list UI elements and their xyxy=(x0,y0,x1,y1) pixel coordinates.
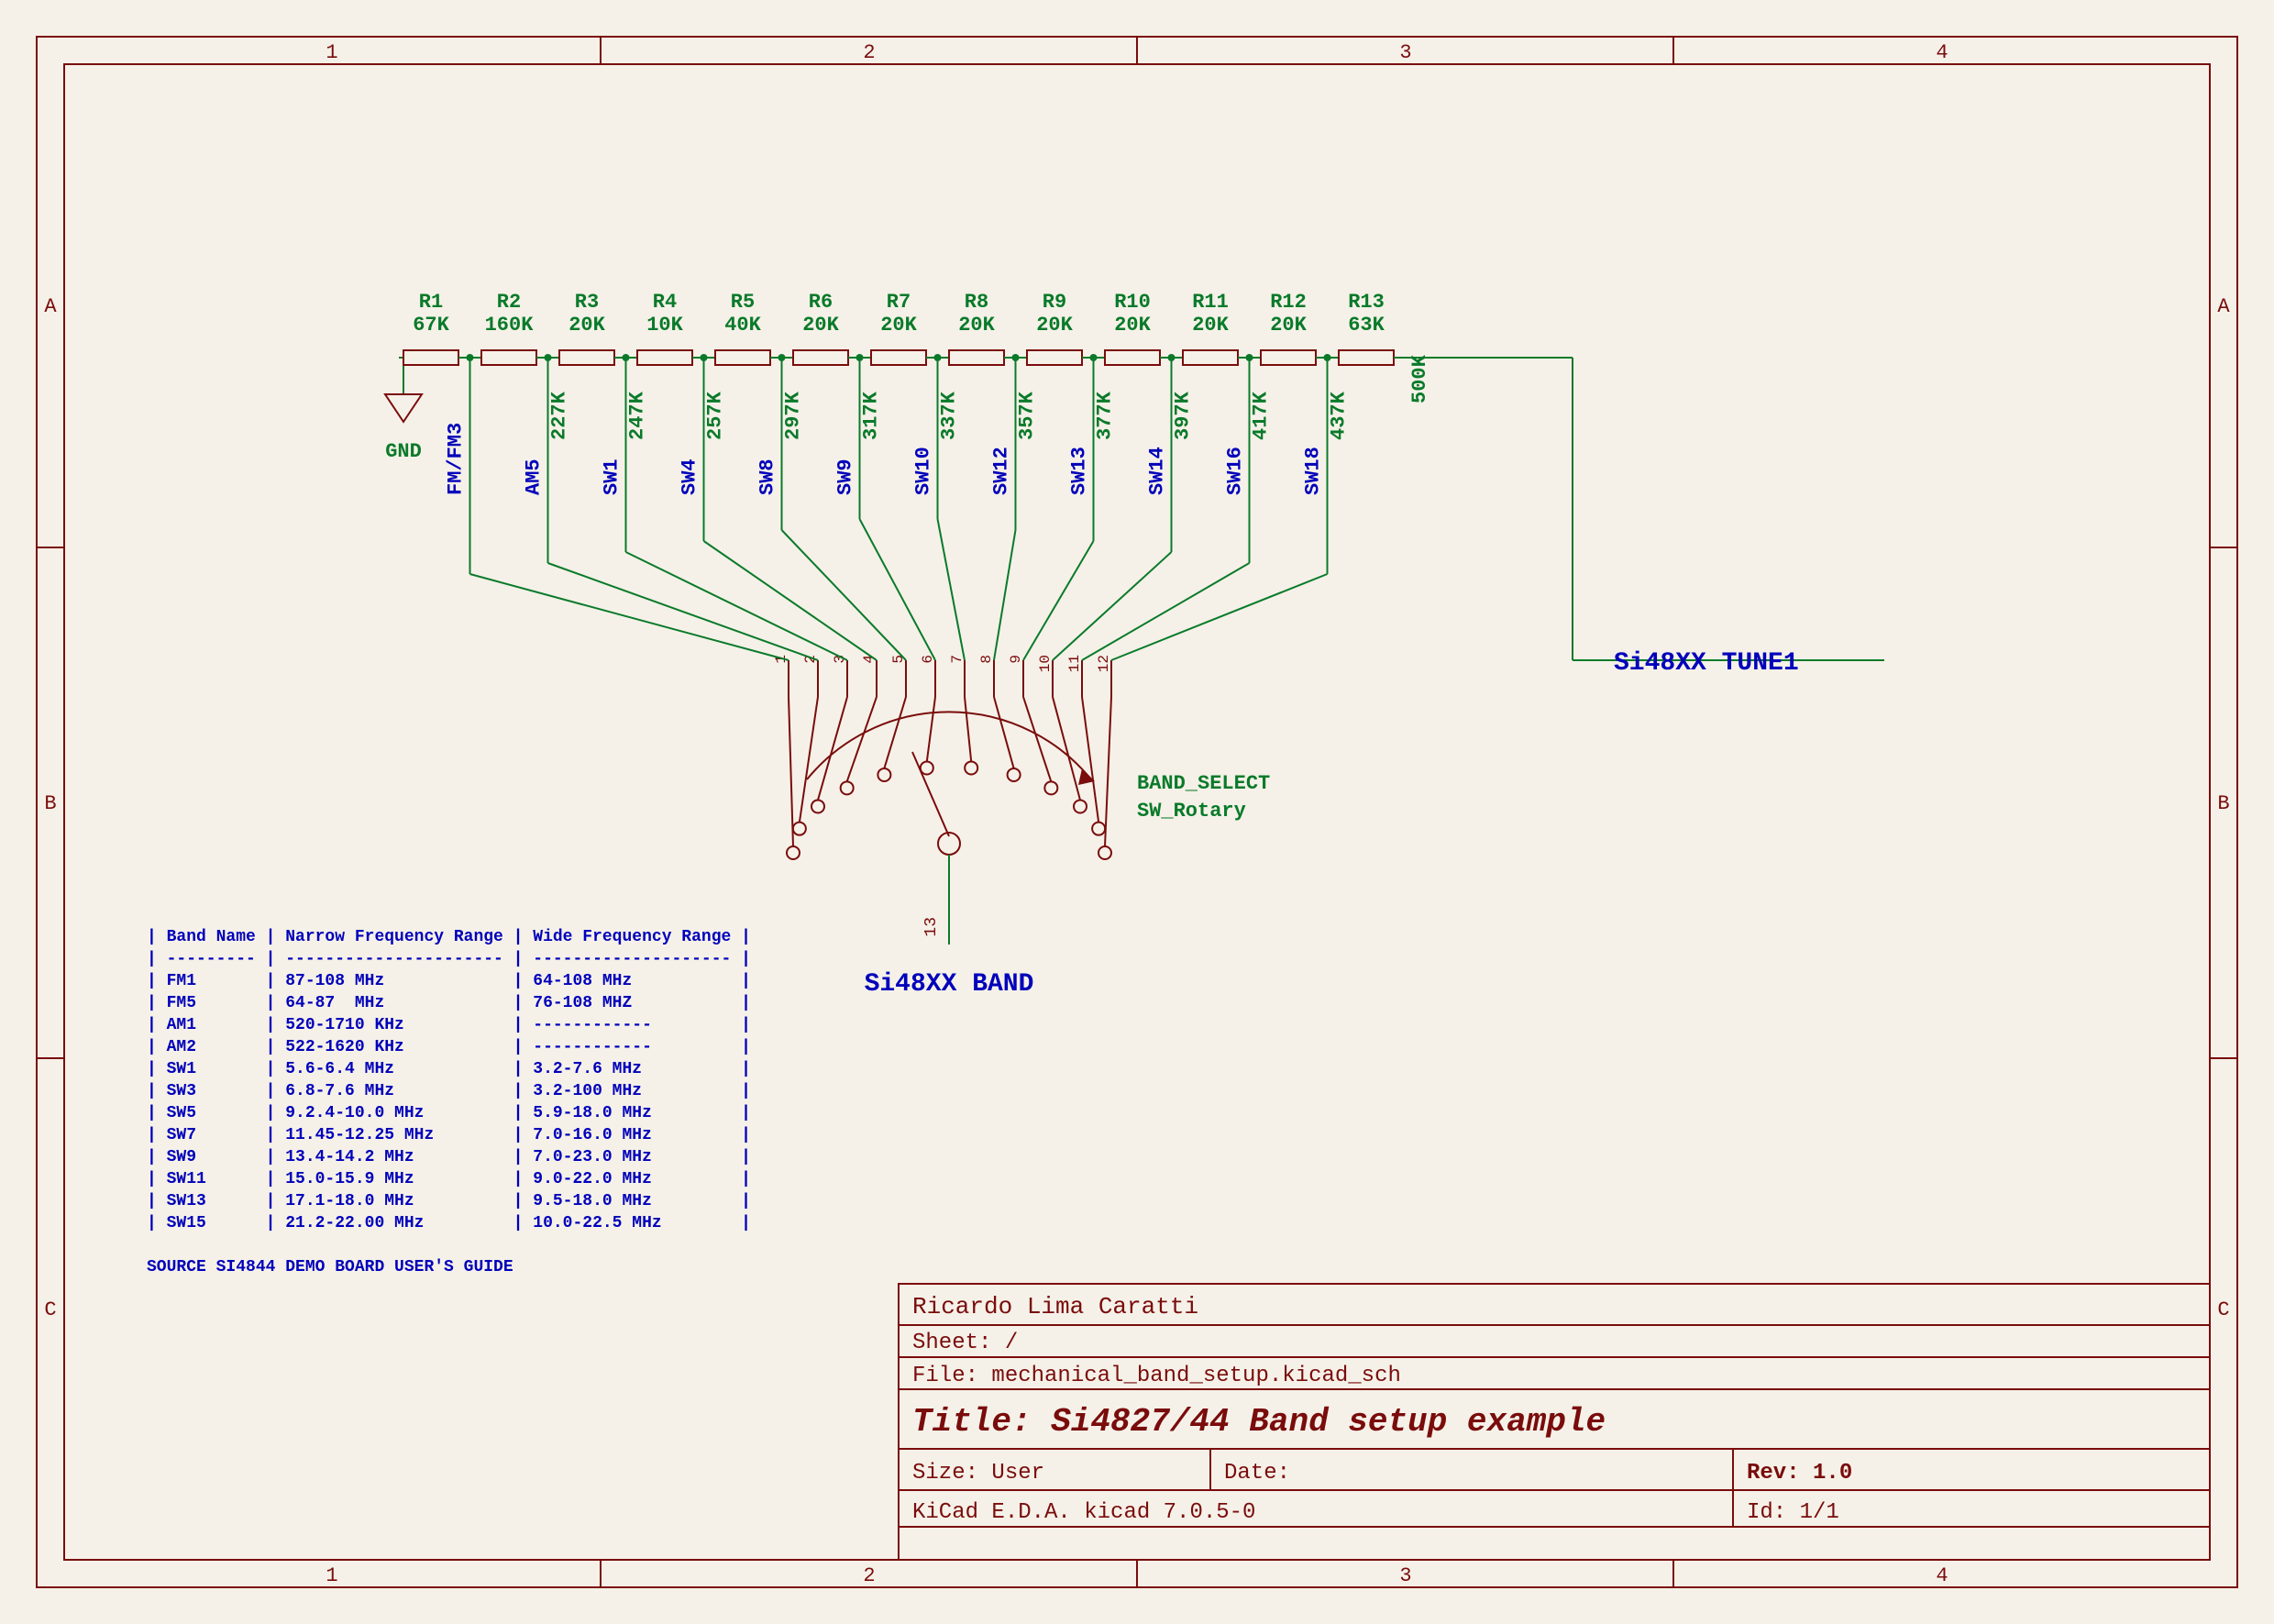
tb-size: Size: User xyxy=(912,1461,1044,1486)
frame-row-left-C: C xyxy=(44,1298,56,1321)
svg-text:317K: 317K xyxy=(860,391,883,440)
frame-col-top-3: 3 xyxy=(1399,41,1411,64)
svg-text:SW4: SW4 xyxy=(679,458,701,495)
svg-text:9: 9 xyxy=(1008,655,1024,664)
svg-text:FM/FM3: FM/FM3 xyxy=(445,423,468,495)
svg-text:R4: R4 xyxy=(653,291,677,314)
svg-text:247K: 247K xyxy=(626,391,649,440)
frequency-table: | Band Name | Narrow Frequency Range | W… xyxy=(147,926,751,1278)
svg-text:11: 11 xyxy=(1066,655,1083,672)
svg-text:SW1: SW1 xyxy=(601,458,624,495)
rotary-switch: 13 Si48XX BAND BAND_SELECT SW_Rotary xyxy=(807,712,1270,999)
frame-col-bot-4: 4 xyxy=(1936,1564,1948,1587)
svg-text:R6: R6 xyxy=(809,291,833,314)
frame-row-right-C: C xyxy=(2217,1298,2229,1321)
frame-row-right-B: B xyxy=(2217,792,2229,815)
svg-text:R10: R10 xyxy=(1114,291,1151,314)
tune-wire: 500K Si48XX TUNE1 xyxy=(1408,354,1884,678)
svg-text:20K: 20K xyxy=(1036,314,1073,337)
svg-text:337K: 337K xyxy=(938,391,961,440)
switch-pin-13: 13 xyxy=(922,917,941,937)
switch-type: SW_Rotary xyxy=(1137,800,1246,823)
svg-text:SW9: SW9 xyxy=(834,458,857,495)
svg-text:297K: 297K xyxy=(782,391,805,440)
tb-file: File: mechanical_band_setup.kicad_sch xyxy=(912,1364,1401,1388)
tb-tool: KiCad E.D.A. kicad 7.0.5-0 xyxy=(912,1500,1255,1525)
svg-text:160K: 160K xyxy=(485,314,535,337)
svg-text:SW18: SW18 xyxy=(1302,447,1325,495)
svg-text:20K: 20K xyxy=(1114,314,1151,337)
svg-text:SW14: SW14 xyxy=(1146,447,1169,495)
svg-text:227K: 227K xyxy=(548,391,571,440)
frame-col-ticks-bottom xyxy=(601,1560,1673,1587)
frame-col-top-2: 2 xyxy=(863,41,875,64)
svg-text:377K: 377K xyxy=(1094,391,1117,440)
svg-text:20K: 20K xyxy=(802,314,839,337)
frame-col-top-4: 4 xyxy=(1936,41,1948,64)
frame-row-right-A: A xyxy=(2217,295,2230,318)
svg-text:397K: 397K xyxy=(1172,391,1195,440)
svg-text:20K: 20K xyxy=(880,314,917,337)
svg-text:SW12: SW12 xyxy=(990,447,1013,495)
gnd-label: GND xyxy=(385,440,422,463)
frame-col-bot-1: 1 xyxy=(326,1564,337,1587)
tb-author: Ricardo Lima Caratti xyxy=(912,1293,1198,1320)
band-label: Si48XX BAND xyxy=(865,970,1034,999)
svg-text:R13: R13 xyxy=(1348,291,1385,314)
tune-label: Si48XX TUNE1 xyxy=(1614,649,1799,678)
svg-text:R3: R3 xyxy=(575,291,599,314)
tb-id: Id: 1/1 xyxy=(1747,1500,1839,1525)
svg-text:20K: 20K xyxy=(1192,314,1229,337)
resistor-chain: R167KR2160KR320KR410KR540KR620KR720KR820… xyxy=(399,291,1417,365)
svg-text:SW16: SW16 xyxy=(1224,447,1247,495)
tb-sheet: Sheet: / xyxy=(912,1331,1018,1355)
svg-text:40K: 40K xyxy=(724,314,761,337)
frame-col-bot-2: 2 xyxy=(863,1564,875,1587)
svg-text:SW10: SW10 xyxy=(912,447,935,495)
resistor-taps: FM/FM3 AM5227K SW1247K SW4257K SW8297K SW9317… xyxy=(445,358,1351,495)
svg-text:10K: 10K xyxy=(646,314,683,337)
svg-text:SW13: SW13 xyxy=(1068,447,1091,495)
svg-text:R12: R12 xyxy=(1270,291,1307,314)
svg-text:8: 8 xyxy=(978,655,995,664)
svg-text:SW8: SW8 xyxy=(756,458,779,495)
tb-title: Title: Si4827/44 Band setup example xyxy=(912,1403,1606,1441)
svg-text:20K: 20K xyxy=(568,314,605,337)
svg-text:R8: R8 xyxy=(965,291,988,314)
svg-text:R2: R2 xyxy=(497,291,521,314)
svg-text:20K: 20K xyxy=(1270,314,1307,337)
svg-text:R9: R9 xyxy=(1043,291,1066,314)
tune-res-label: 500K xyxy=(1408,354,1431,403)
svg-text:10: 10 xyxy=(1037,655,1054,672)
svg-text:63K: 63K xyxy=(1348,314,1385,337)
frame-row-left-B: B xyxy=(44,792,56,815)
svg-text:67K: 67K xyxy=(413,314,449,337)
frame-col-ticks-top xyxy=(601,37,1673,64)
tb-date: Date: xyxy=(1224,1461,1290,1486)
tb-rev: Rev: 1.0 xyxy=(1747,1461,1852,1486)
svg-text:437K: 437K xyxy=(1328,391,1351,440)
svg-text:R5: R5 xyxy=(731,291,755,314)
frame-row-left-A: A xyxy=(44,295,57,318)
svg-text:12: 12 xyxy=(1096,655,1112,672)
svg-text:R1: R1 xyxy=(419,291,443,314)
svg-text:257K: 257K xyxy=(704,391,727,440)
svg-text:AM5: AM5 xyxy=(523,458,546,495)
svg-text:417K: 417K xyxy=(1250,391,1273,440)
switch-name: BAND_SELECT xyxy=(1137,772,1270,795)
svg-text:R7: R7 xyxy=(887,291,911,314)
frame-col-bot-3: 3 xyxy=(1399,1564,1411,1587)
title-block: Ricardo Lima Caratti Sheet: / File: mech… xyxy=(899,1284,2210,1560)
svg-text:R11: R11 xyxy=(1192,291,1229,314)
frame-col-top-1: 1 xyxy=(326,41,337,64)
svg-text:357K: 357K xyxy=(1016,391,1039,440)
svg-text:20K: 20K xyxy=(958,314,995,337)
gnd-symbol: GND xyxy=(385,358,422,463)
